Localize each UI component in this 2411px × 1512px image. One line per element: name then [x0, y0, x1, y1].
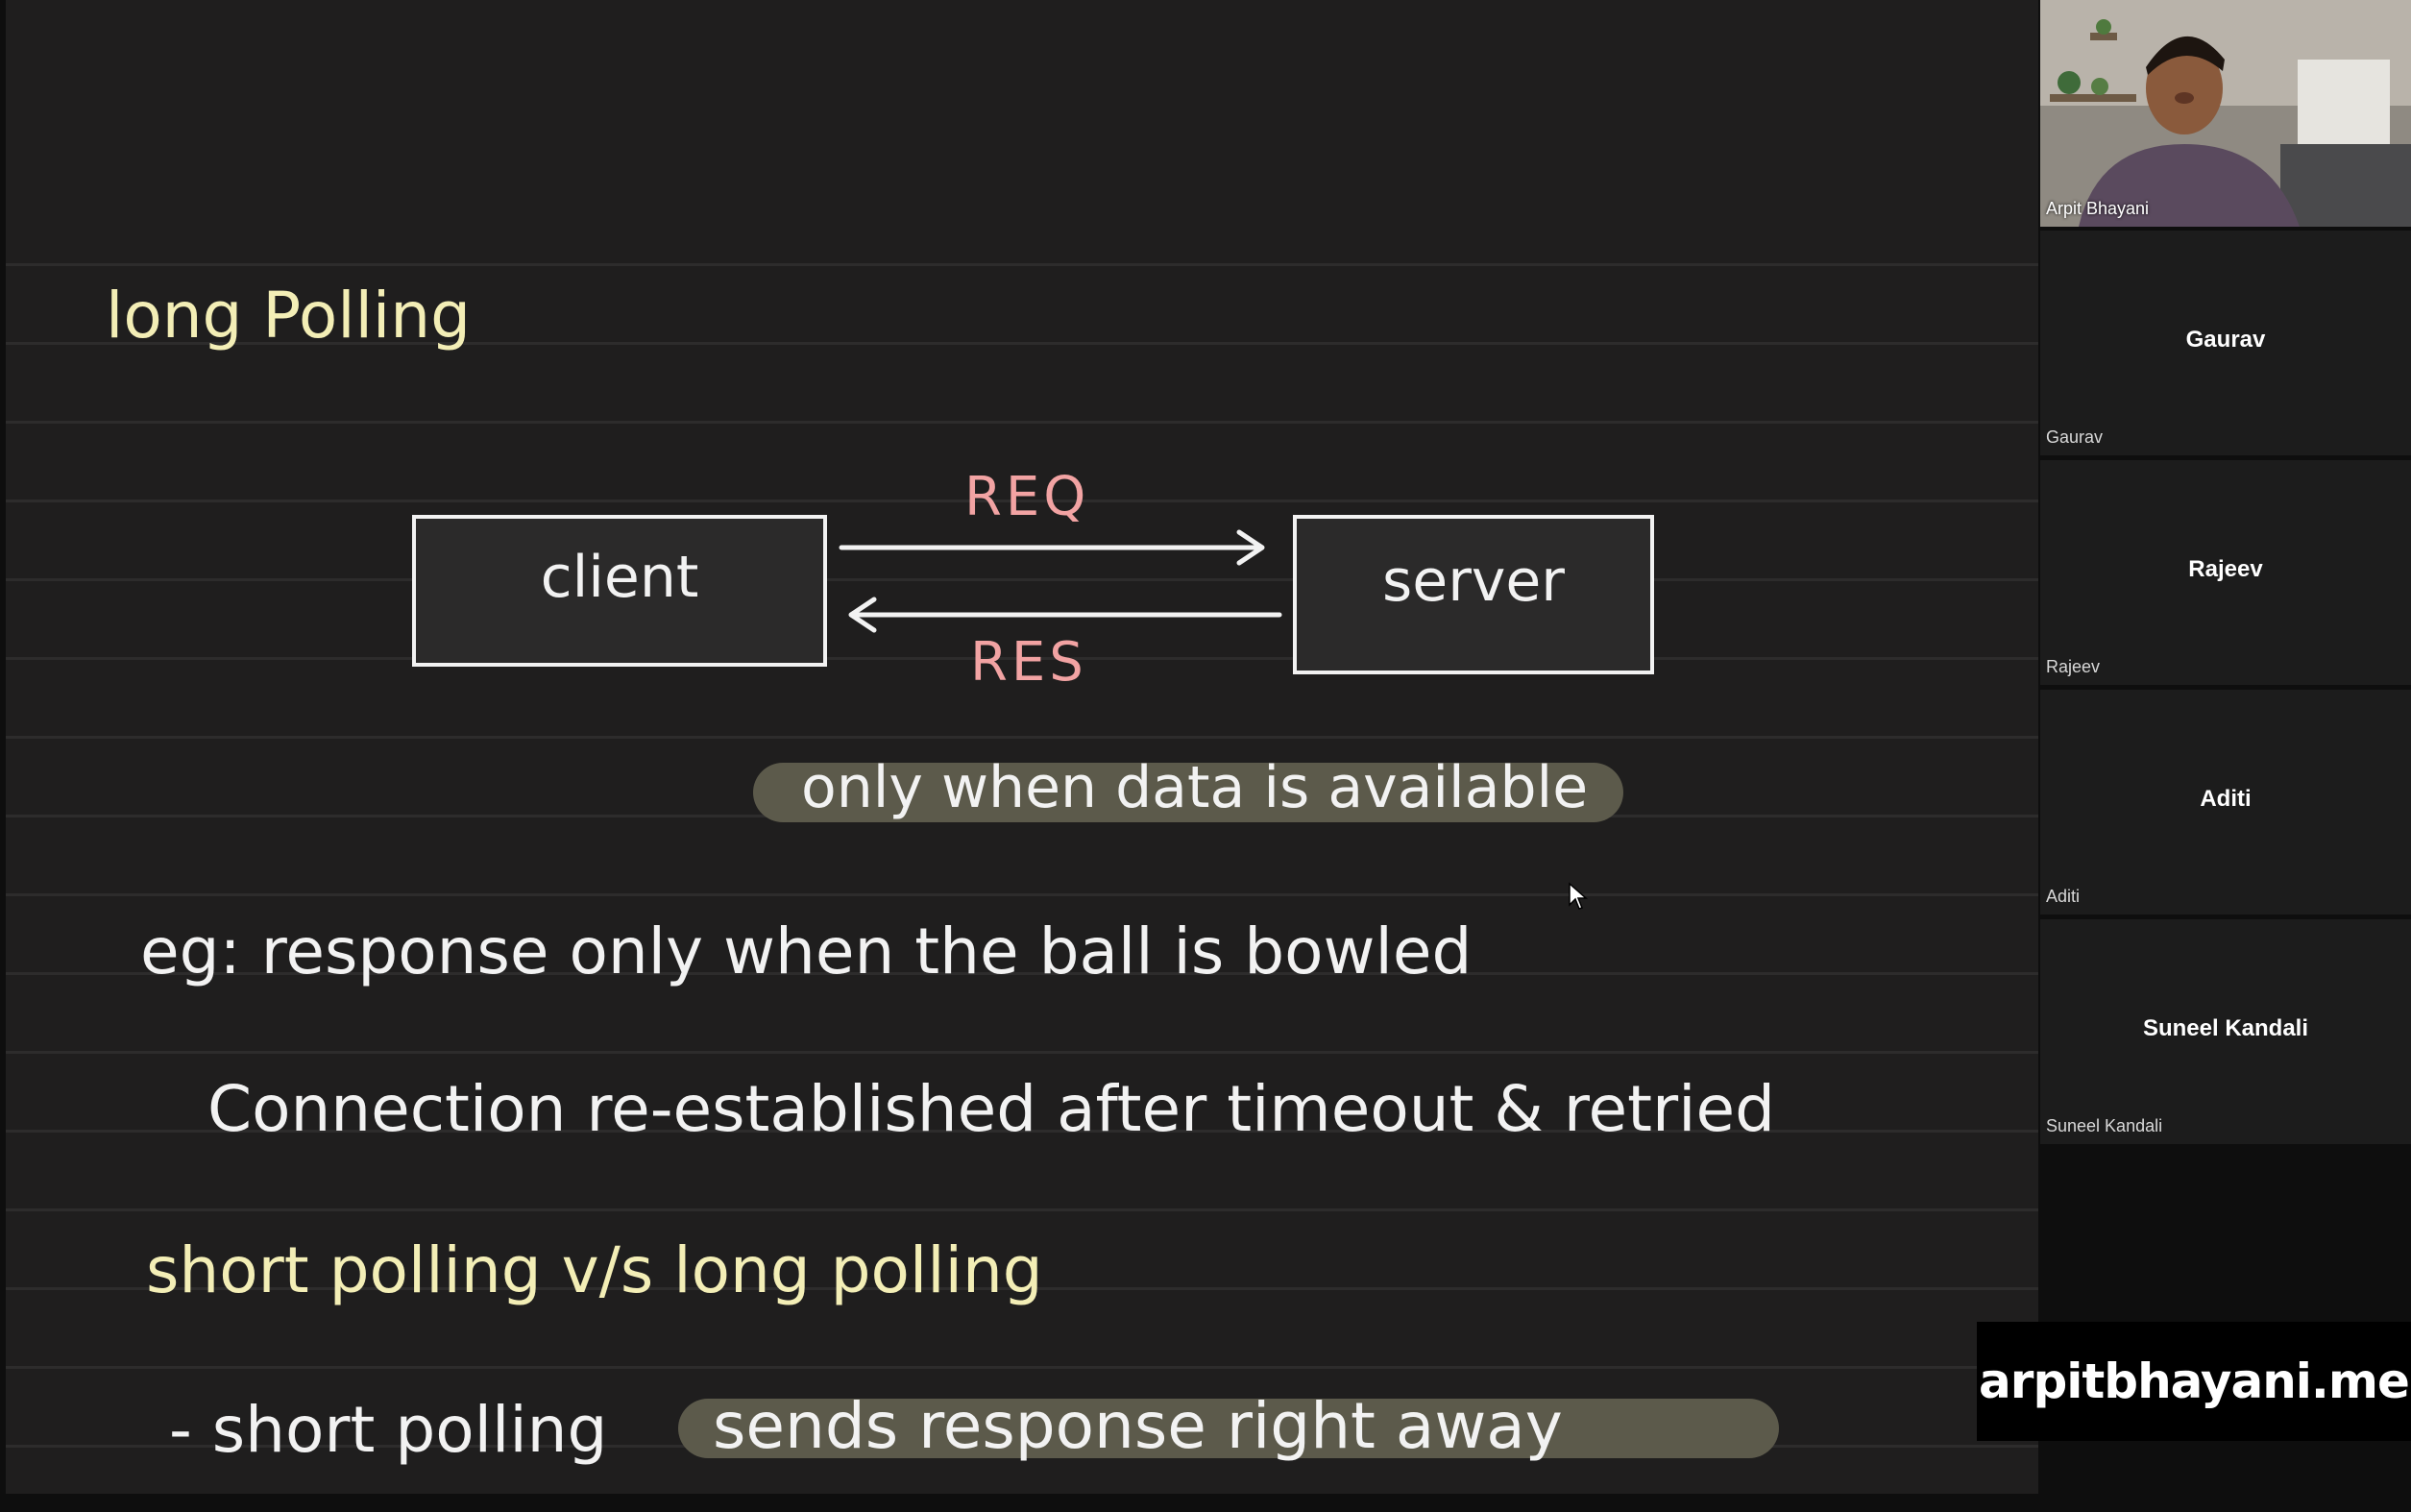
participant-tile[interactable]: Aditi Aditi: [2040, 690, 2411, 915]
server-label: server: [1382, 548, 1565, 615]
participant-name: Rajeev: [2188, 556, 2263, 582]
host-video-tile[interactable]: Arpit Bhayani: [2040, 0, 2411, 227]
participant-corner-label: Rajeev: [2046, 657, 2101, 676]
participant-name: Gaurav: [2185, 327, 2266, 353]
participant-tile[interactable]: Rajeev Rajeev: [2040, 460, 2411, 685]
participant-corner-label: Aditi: [2046, 887, 2081, 906]
example-line: eg: response only when the ball is bowle…: [140, 915, 1473, 988]
participant-corner-label: Gaurav: [2046, 427, 2104, 447]
client-box: client: [412, 515, 827, 667]
connection-line: Connection re-established after timeout …: [207, 1072, 1775, 1146]
screen: long Polling client server REQ RES only …: [0, 0, 2411, 1512]
server-box: server: [1293, 515, 1654, 674]
ruled-line: [6, 578, 2038, 581]
whiteboard-canvas[interactable]: long Polling client server REQ RES only …: [6, 0, 2038, 1494]
ruled-line: [6, 893, 2038, 896]
participant-name: Aditi: [2200, 786, 2252, 812]
ruled-line: [6, 421, 2038, 424]
ruled-line: [6, 263, 2038, 266]
participants-panel: Arpit Bhayani Gaurav Gaurav Rajeev Rajee…: [2040, 0, 2411, 1512]
ruled-line: [6, 1051, 2038, 1054]
ruled-line: [6, 736, 2038, 739]
host-name-label: Arpit Bhayani: [2046, 199, 2150, 218]
client-label: client: [540, 544, 699, 611]
participant-name: Suneel Kandali: [2142, 1015, 2309, 1041]
request-arrow: [839, 529, 1265, 566]
mouse-pointer-icon: [1569, 882, 1588, 910]
participant-tile[interactable]: Gaurav Gaurav: [2040, 231, 2411, 455]
res-label: RES: [970, 631, 1087, 694]
board-title: long Polling: [106, 279, 471, 353]
highlight-note-text: only when data is available: [801, 754, 1589, 821]
site-watermark: arpitbhayani.me: [1977, 1322, 2411, 1441]
participant-tile[interactable]: Suneel Kandali Suneel Kandali: [2040, 919, 2411, 1144]
ruled-line: [6, 1366, 2038, 1369]
participant-corner-label: Suneel Kandali: [2046, 1116, 2163, 1135]
ruled-line: [6, 1208, 2038, 1211]
req-label: REQ: [964, 466, 1090, 528]
short-polling-highlight-text: sends response right away: [713, 1389, 1563, 1463]
short-polling-prefix: - short polling: [169, 1393, 608, 1467]
host-video-feed: [2040, 0, 2411, 227]
comparison-heading: short polling v/s long polling: [146, 1233, 1043, 1307]
response-arrow: [848, 597, 1282, 633]
